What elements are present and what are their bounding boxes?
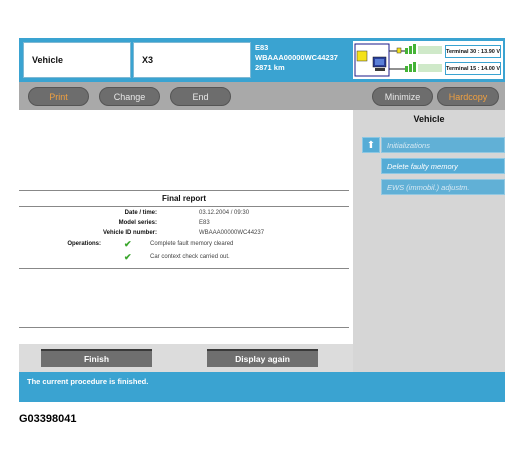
report-title: Final report	[161, 194, 206, 203]
divider	[19, 327, 349, 328]
toolbar: Print Change End Minimize Hardcopy	[19, 82, 505, 110]
operation-item: Car context check carried out.	[150, 254, 230, 260]
vehicle-info: E83 WBAAA00000WC44237 2871 km	[255, 42, 351, 78]
vehicle-label-box: Vehicle	[23, 42, 131, 78]
mileage-text: 2871 km	[255, 63, 285, 72]
function-ews-adjustment[interactable]: EWS (immobil.) adjustm.	[381, 179, 505, 195]
date-value: 03.12.2004 / 09:30	[199, 210, 250, 216]
check-icon: ✔	[124, 252, 132, 262]
status-bar: The current procedure is finished.	[19, 372, 505, 402]
panel-title: Vehicle	[413, 114, 445, 124]
minimize-button[interactable]: Minimize	[372, 87, 433, 106]
end-button[interactable]: End	[170, 87, 231, 106]
divider	[19, 190, 349, 191]
divider	[19, 268, 349, 269]
date-label: Date / time:	[124, 210, 157, 216]
function-delete-faulty-memory[interactable]: Delete faulty memory	[381, 158, 505, 174]
finish-button[interactable]: Finish	[41, 349, 152, 367]
terminal-30-readout: Terminal 30 : 13.90 V	[445, 45, 501, 58]
up-arrow-icon[interactable]: ⬆	[362, 137, 380, 153]
diagnosis-screen: Vehicle X3 E83 WBAAA00000WC44237 2871 km	[19, 38, 505, 402]
figure-caption: G03398041	[19, 413, 77, 425]
terminal-diagram: Terminal 30 : 13.90 V Terminal 15 : 14.0…	[353, 41, 503, 79]
bottom-button-bar: Finish Display again	[19, 344, 353, 372]
series-label: Model series:	[118, 220, 157, 226]
operation-item: Complete fault memory cleared	[150, 241, 234, 247]
print-button[interactable]: Print	[28, 87, 89, 106]
divider	[19, 206, 349, 207]
vin-text: WBAAA00000WC44237	[255, 53, 338, 62]
vin-label: Vehicle ID number:	[102, 230, 157, 236]
header-bar: Vehicle X3 E83 WBAAA00000WC44237 2871 km	[19, 38, 505, 82]
series-text: E83	[255, 43, 269, 52]
change-button[interactable]: Change	[99, 87, 160, 106]
function-initializations[interactable]: Initializations	[381, 137, 505, 153]
vehicle-label: Vehicle	[32, 55, 64, 65]
model-box: X3	[133, 42, 251, 78]
status-message: The current procedure is finished.	[27, 377, 149, 386]
series-value: E83	[199, 220, 210, 226]
vin-value: WBAAA00000WC44237	[199, 230, 265, 236]
operations-label: Operations:	[67, 241, 101, 247]
hardcopy-button[interactable]: Hardcopy	[437, 87, 499, 106]
function-panel: Vehicle ⬆ Initializations Delete faulty …	[353, 110, 505, 372]
terminal-15-readout: Terminal 15 : 14.00 V	[445, 62, 501, 75]
battery-diagram-icon	[354, 43, 442, 77]
model-name: X3	[142, 55, 154, 65]
display-again-button[interactable]: Display again	[207, 349, 318, 367]
check-icon: ✔	[124, 239, 132, 249]
